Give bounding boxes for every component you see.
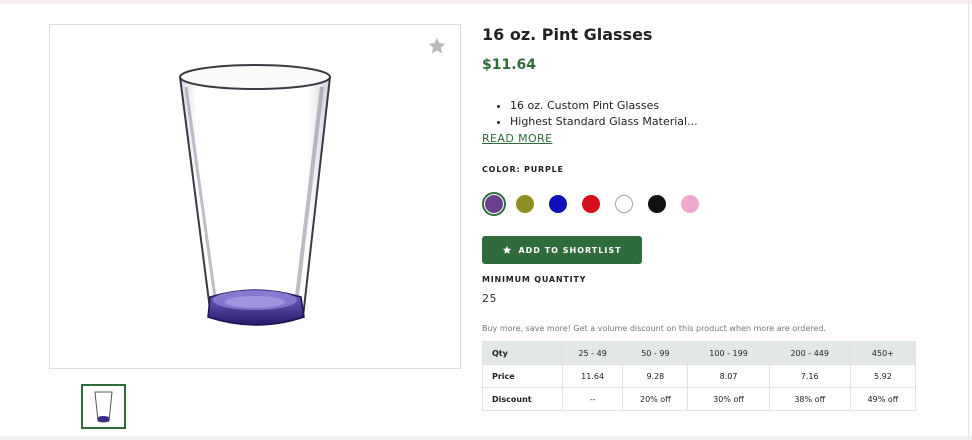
top-strip — [0, 0, 972, 4]
table-cell: 25 - 49 — [561, 341, 624, 365]
table-cell: 20% off — [622, 387, 689, 411]
table-cell: 50 - 99 — [622, 341, 689, 365]
table-cell: 100 - 199 — [687, 341, 770, 365]
right-border — [968, 0, 969, 440]
table-row-qty: Qty 25 - 49 50 - 99 100 - 199 200 - 449 … — [482, 341, 917, 365]
product-image — [178, 64, 332, 326]
feature-item: Highest Standard Glass Material... — [510, 114, 698, 130]
color-label: COLOR: PURPLE — [482, 165, 564, 174]
table-cell: 30% off — [687, 387, 770, 411]
favorite-star-icon[interactable] — [427, 36, 447, 56]
table-cell: 5.92 — [849, 364, 917, 388]
swatch-pink[interactable] — [681, 195, 699, 213]
table-cell: 9.28 — [622, 364, 689, 388]
swatch-olive[interactable] — [516, 195, 534, 213]
pricing-table: Qty 25 - 49 50 - 99 100 - 199 200 - 449 … — [482, 341, 917, 411]
selected-color-name: PURPLE — [524, 165, 564, 174]
feature-item: 16 oz. Custom Pint Glasses — [510, 98, 698, 114]
table-cell: 11.64 — [561, 364, 624, 388]
table-row-price: Price 11.64 9.28 8.07 7.16 5.92 — [482, 364, 917, 388]
product-title: 16 oz. Pint Glasses — [482, 25, 653, 44]
add-to-shortlist-button[interactable]: ADD TO SHORTLIST — [482, 236, 642, 264]
swatch-white[interactable] — [615, 195, 633, 213]
swatch-black[interactable] — [648, 195, 666, 213]
table-cell: Discount — [482, 387, 563, 411]
swatch-blue[interactable] — [549, 195, 567, 213]
table-cell: Price — [482, 364, 563, 388]
table-cell: -- — [561, 387, 624, 411]
product-image-frame — [49, 24, 461, 369]
table-cell: 450+ — [849, 341, 917, 365]
feature-list: 16 oz. Custom Pint Glasses Highest Stand… — [498, 98, 698, 130]
swatch-purple[interactable] — [485, 195, 503, 213]
shortlist-button-label: ADD TO SHORTLIST — [518, 245, 622, 255]
star-icon — [503, 245, 512, 254]
product-price: $11.64 — [482, 57, 537, 73]
volume-discount-text: Buy more, save more! Get a volume discou… — [482, 324, 826, 333]
table-cell: 7.16 — [768, 364, 851, 388]
thumbnail-image[interactable] — [81, 384, 126, 429]
read-more-link[interactable]: READ MORE — [482, 132, 552, 145]
table-cell: 8.07 — [687, 364, 770, 388]
table-row-discount: Discount -- 20% off 30% off 38% off 49% … — [482, 387, 917, 411]
table-cell: 200 - 449 — [768, 341, 851, 365]
table-cell: 49% off — [849, 387, 917, 411]
color-label-prefix: COLOR: — [482, 165, 521, 174]
thumbnail-glass-icon — [94, 391, 113, 423]
minimum-quantity-label: MINIMUM QUANTITY — [482, 275, 587, 284]
minimum-quantity-value: 25 — [482, 292, 497, 305]
swatch-red[interactable] — [582, 195, 600, 213]
table-cell: Qty — [482, 341, 563, 365]
table-cell: 38% off — [768, 387, 851, 411]
bottom-strip — [0, 436, 972, 440]
